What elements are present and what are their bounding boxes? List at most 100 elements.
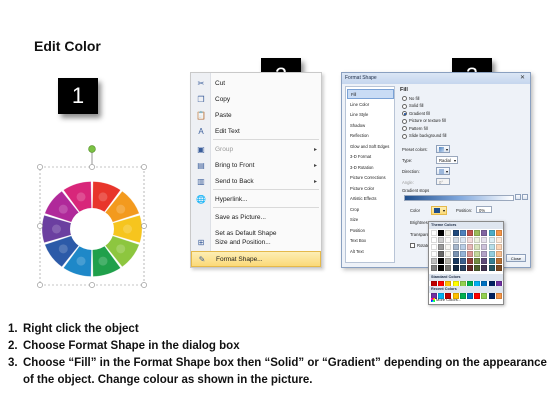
add-stop-button[interactable] xyxy=(515,194,521,200)
color-swatch[interactable] xyxy=(459,230,466,236)
category-line-style[interactable]: Line Style xyxy=(347,110,394,120)
fill-option-radio[interactable] xyxy=(402,96,407,101)
color-swatch[interactable] xyxy=(431,237,437,243)
menu-item-send-to-back[interactable]: ▥ Send to Back ▸ xyxy=(191,174,321,190)
color-swatch[interactable] xyxy=(438,258,445,264)
color-swatch[interactable] xyxy=(431,244,437,250)
color-swatch[interactable] xyxy=(445,237,452,243)
category-size[interactable]: Size xyxy=(347,215,394,225)
color-swatch[interactable] xyxy=(488,265,495,271)
menu-item-size-and-position[interactable]: ⊞ Size and Position... xyxy=(191,235,321,251)
color-swatch[interactable] xyxy=(474,244,481,250)
color-swatch[interactable] xyxy=(452,258,459,264)
color-swatch[interactable] xyxy=(481,293,488,299)
color-swatch[interactable] xyxy=(474,237,481,243)
color-swatch[interactable] xyxy=(481,251,488,257)
category-shadow[interactable]: Shadow xyxy=(347,121,394,131)
close-button[interactable]: Close xyxy=(506,254,526,262)
resize-handle-mr[interactable] xyxy=(141,223,147,229)
fill-option-radio[interactable] xyxy=(402,103,407,109)
category-picture-corrections[interactable]: Picture Corrections xyxy=(347,173,394,183)
direction-dropdown[interactable]: ▾ xyxy=(436,167,450,175)
resize-handle-br[interactable] xyxy=(141,282,147,288)
category-fill[interactable]: Fill xyxy=(347,89,394,99)
close-icon[interactable]: ✕ xyxy=(518,74,527,82)
color-swatch[interactable] xyxy=(474,265,481,271)
menu-item-save-as-picture[interactable]: Save as Picture... xyxy=(191,210,321,226)
color-swatch[interactable] xyxy=(452,244,459,250)
color-swatch[interactable] xyxy=(452,237,459,243)
category-position[interactable]: Position xyxy=(347,226,394,236)
color-swatch[interactable] xyxy=(481,244,488,250)
menu-item-paste[interactable]: 📋 Paste xyxy=(191,108,321,124)
color-swatch[interactable] xyxy=(445,251,452,257)
color-swatch[interactable] xyxy=(431,258,437,264)
category-glow-and-soft-edges[interactable]: Glow and Soft Edges xyxy=(347,142,394,152)
color-swatch[interactable] xyxy=(467,237,473,243)
angle-input[interactable]: 0° xyxy=(436,178,450,185)
category-artistic-effects[interactable]: Artistic Effects xyxy=(347,194,394,204)
color-swatch[interactable] xyxy=(438,230,445,236)
color-swatch[interactable] xyxy=(488,293,495,299)
category-crop[interactable]: Crop xyxy=(347,205,394,215)
category-3-d-format[interactable]: 3-D Format xyxy=(347,152,394,162)
color-swatch[interactable] xyxy=(452,230,459,236)
more-colors-link[interactable]: More Colors... xyxy=(431,297,461,302)
color-swatch[interactable] xyxy=(467,251,473,257)
color-swatch[interactable] xyxy=(467,265,473,271)
color-swatch[interactable] xyxy=(488,237,495,243)
color-swatch[interactable] xyxy=(481,258,488,264)
selected-shape[interactable] xyxy=(36,145,148,293)
color-swatch[interactable] xyxy=(438,251,445,257)
resize-handle-tc[interactable] xyxy=(89,164,95,170)
category-line-color[interactable]: Line Color xyxy=(347,100,394,110)
color-swatch[interactable] xyxy=(445,230,452,236)
color-swatch[interactable] xyxy=(445,265,452,271)
preset-colors-dropdown[interactable]: ▾ xyxy=(436,145,450,153)
color-swatch[interactable] xyxy=(495,293,502,299)
color-swatch[interactable] xyxy=(431,265,437,271)
menu-item-hyperlink[interactable]: 🌐 Hyperlink... xyxy=(191,192,321,208)
color-swatch[interactable] xyxy=(495,258,502,264)
resize-handle-bc[interactable] xyxy=(89,282,95,288)
color-swatch[interactable] xyxy=(495,265,502,271)
color-swatch[interactable] xyxy=(474,258,481,264)
color-swatch[interactable] xyxy=(481,237,488,243)
color-swatch[interactable] xyxy=(474,251,481,257)
color-swatch[interactable] xyxy=(438,244,445,250)
remove-stop-button[interactable] xyxy=(522,194,528,200)
color-swatch[interactable] xyxy=(488,258,495,264)
color-swatch[interactable] xyxy=(495,244,502,250)
color-swatch[interactable] xyxy=(481,265,488,271)
color-swatch[interactable] xyxy=(459,237,466,243)
position-input[interactable]: 0% xyxy=(476,206,492,213)
color-swatch[interactable] xyxy=(488,251,495,257)
color-swatch[interactable] xyxy=(431,230,437,236)
color-swatch[interactable] xyxy=(488,244,495,250)
color-swatch[interactable] xyxy=(467,230,473,236)
menu-item-edit-text[interactable]: A Edit Text xyxy=(191,124,321,140)
color-swatch[interactable] xyxy=(445,258,452,264)
color-swatch[interactable] xyxy=(488,230,495,236)
category-3-d-rotation[interactable]: 3-D Rotation xyxy=(347,163,394,173)
fill-option-radio[interactable] xyxy=(402,111,407,116)
color-swatch[interactable] xyxy=(467,244,473,250)
type-select[interactable]: Radial ▾ xyxy=(436,156,458,164)
menu-item-copy[interactable]: ❐ Copy xyxy=(191,92,321,108)
menu-item-format-shape[interactable]: ✎ Format Shape... xyxy=(191,251,321,267)
category-picture-color[interactable]: Picture Color xyxy=(347,184,394,194)
color-swatch[interactable] xyxy=(474,230,481,236)
color-swatch[interactable] xyxy=(452,251,459,257)
category-text-box[interactable]: Text Box xyxy=(347,236,394,246)
color-swatch[interactable] xyxy=(438,265,445,271)
color-picker-button[interactable]: ▾ xyxy=(431,206,447,215)
resize-handle-bl[interactable] xyxy=(37,282,43,288)
color-swatch[interactable] xyxy=(459,251,466,257)
gradient-stops-bar[interactable] xyxy=(404,195,514,201)
color-swatch[interactable] xyxy=(495,230,502,236)
category-reflection[interactable]: Reflection xyxy=(347,131,394,141)
color-swatch[interactable] xyxy=(459,244,466,250)
menu-item-cut[interactable]: ✂ Cut xyxy=(191,76,321,92)
color-swatch[interactable] xyxy=(431,251,437,257)
fill-option-radio[interactable] xyxy=(402,118,407,124)
